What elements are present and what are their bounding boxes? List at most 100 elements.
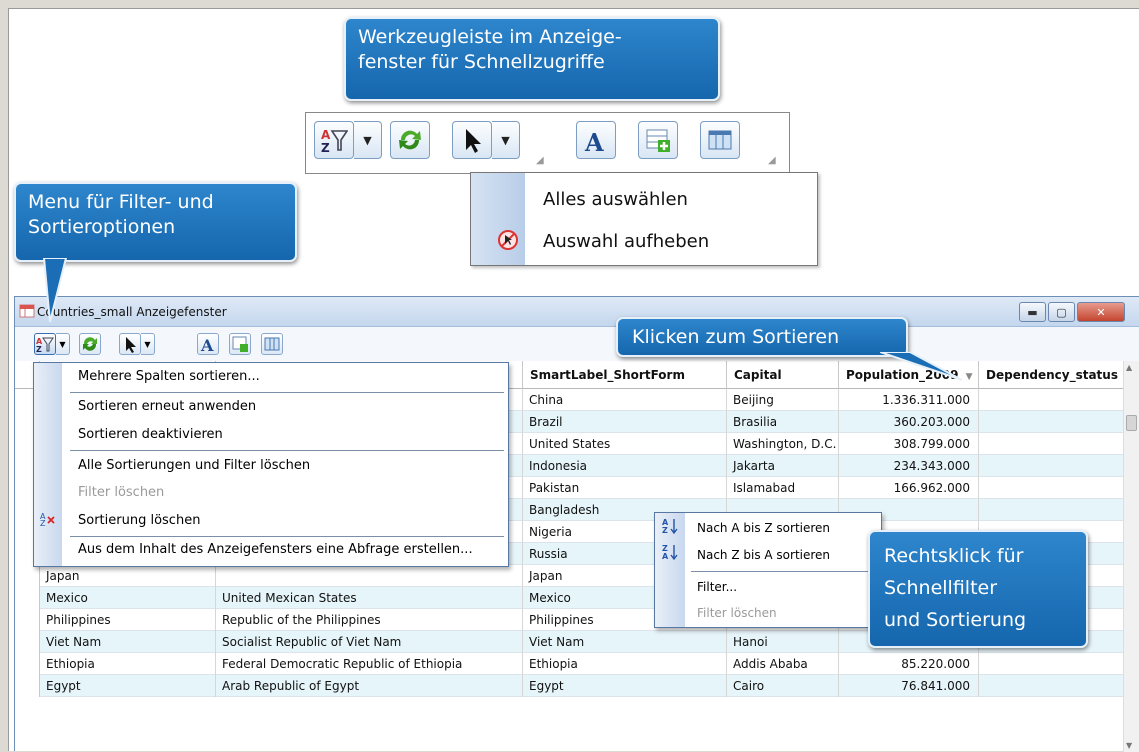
table-cell[interactable]: Federal Democratic Republic of Ethiopia bbox=[216, 653, 523, 675]
table-cell[interactable]: Hanoi bbox=[727, 631, 839, 653]
table-cell[interactable]: Beijing bbox=[727, 389, 839, 411]
scroll-up-arrow[interactable]: ▲ bbox=[1126, 363, 1132, 372]
column-header-dependency[interactable]: Dependency_status bbox=[979, 361, 1125, 389]
table-cell[interactable]: 308.799.000 bbox=[839, 433, 979, 455]
table-cell[interactable] bbox=[979, 477, 1125, 499]
sort-ascending-item[interactable]: Nach A bis Z sortieren bbox=[697, 521, 830, 535]
callout-pointer bbox=[880, 352, 963, 381]
refresh-icon bbox=[399, 130, 421, 150]
font-style-icon: A bbox=[584, 128, 604, 154]
table-cell[interactable]: Islamabad bbox=[727, 477, 839, 499]
table-row[interactable]: Ethiopia Federal Democratic Republic of E… bbox=[15, 653, 1125, 675]
row-selector[interactable] bbox=[15, 653, 40, 675]
menu-item-multi-sort[interactable]: Mehrere Spalten sortieren... bbox=[78, 369, 260, 384]
scroll-down-arrow[interactable]: ▼ bbox=[1126, 741, 1132, 750]
maximize-button[interactable]: ▢ bbox=[1048, 302, 1075, 322]
table-cell[interactable]: Brazil bbox=[523, 411, 727, 433]
refresh-button-small[interactable] bbox=[79, 333, 101, 355]
table-cell[interactable] bbox=[979, 455, 1125, 477]
column-header-smartlabel[interactable]: SmartLabel_ShortForm bbox=[523, 361, 727, 389]
menu-item-clear-sort[interactable]: Sortierung löschen bbox=[78, 513, 200, 528]
toolbar-grip[interactable]: ◢ bbox=[536, 156, 544, 166]
table-cell[interactable]: 1.336.311.000 bbox=[839, 389, 979, 411]
columns-button[interactable] bbox=[700, 121, 740, 159]
table-cell[interactable]: Egypt bbox=[523, 675, 727, 697]
select-tool-button-small[interactable] bbox=[119, 333, 141, 355]
table-cell[interactable]: Indonesia bbox=[523, 455, 727, 477]
add-record-button[interactable] bbox=[638, 121, 678, 159]
table-cell[interactable]: 234.343.000 bbox=[839, 455, 979, 477]
select-tool-button[interactable] bbox=[452, 121, 492, 159]
label-style-button-small[interactable]: A bbox=[197, 333, 219, 355]
toolbar-grip-2[interactable]: ◢ bbox=[768, 156, 776, 166]
table-cell[interactable]: Ethiopia bbox=[523, 653, 727, 675]
refresh-button[interactable] bbox=[390, 121, 430, 159]
window-titlebar[interactable]: Countries_small Anzeigefenster ▬ ▢ ✕ bbox=[15, 297, 1139, 327]
table-cell[interactable]: China bbox=[523, 389, 727, 411]
column-header-capital[interactable]: Capital bbox=[727, 361, 839, 389]
minimize-button[interactable]: ▬ bbox=[1019, 302, 1046, 322]
table-cell[interactable]: Addis Ababa bbox=[727, 653, 839, 675]
table-cell[interactable]: 76.841.000 bbox=[839, 675, 979, 697]
sort-descending-item[interactable]: Nach Z bis A sortieren bbox=[697, 548, 830, 562]
close-button[interactable]: ✕ bbox=[1077, 302, 1125, 322]
table-cell[interactable]: Republic of the Philippines bbox=[216, 609, 523, 631]
filter-item[interactable]: Filter... bbox=[697, 580, 737, 594]
table-cell[interactable] bbox=[979, 675, 1125, 697]
table-cell[interactable]: Pakistan bbox=[523, 477, 727, 499]
table-cell[interactable]: Viet Nam bbox=[40, 631, 216, 653]
filter-sort-dropdown[interactable]: ▼ bbox=[354, 121, 382, 159]
table-cell[interactable]: United States bbox=[523, 433, 727, 455]
table-cell[interactable]: Arab Republic of Egypt bbox=[216, 675, 523, 697]
table-cell[interactable]: Japan bbox=[40, 565, 216, 587]
table-cell[interactable] bbox=[216, 565, 523, 587]
table-cell[interactable]: Washington, D.C. bbox=[727, 433, 839, 455]
table-cell[interactable]: Mexico bbox=[40, 587, 216, 609]
add-record-button-small[interactable] bbox=[229, 333, 251, 355]
svg-text:A: A bbox=[200, 336, 214, 353]
table-cell[interactable] bbox=[979, 499, 1125, 521]
row-selector[interactable] bbox=[15, 565, 40, 587]
columns-button-small[interactable] bbox=[261, 333, 283, 355]
table-row[interactable]: Egypt Arab Republic of Egypt Egypt Cairo 76.… bbox=[15, 675, 1125, 697]
scroll-thumb[interactable] bbox=[1126, 415, 1137, 431]
menu-item-disable-sort[interactable]: Sortieren deaktivieren bbox=[78, 427, 223, 442]
deselect-item[interactable]: Auswahl aufheben bbox=[543, 231, 709, 252]
menu-separator bbox=[691, 571, 877, 572]
table-cell[interactable]: Philippines bbox=[40, 609, 216, 631]
label-style-button[interactable]: A bbox=[576, 121, 616, 159]
table-cell[interactable]: Ethiopia bbox=[40, 653, 216, 675]
table-cell[interactable]: 360.203.000 bbox=[839, 411, 979, 433]
svg-text:Z: Z bbox=[40, 519, 46, 527]
filter-sort-button[interactable]: AZ bbox=[314, 121, 354, 159]
filter-sort-dropdown-small[interactable]: ▼ bbox=[56, 333, 70, 355]
row-selector[interactable] bbox=[15, 631, 40, 653]
table-cell[interactable] bbox=[979, 653, 1125, 675]
table-cell[interactable]: Viet Nam bbox=[523, 631, 727, 653]
arrow-pointer-icon bbox=[126, 337, 136, 353]
vertical-scrollbar[interactable]: ▲ ▼ bbox=[1123, 361, 1139, 752]
table-cell[interactable]: Jakarta bbox=[727, 455, 839, 477]
table-cell[interactable] bbox=[979, 433, 1125, 455]
table-cell[interactable]: Egypt bbox=[40, 675, 216, 697]
select-all-item[interactable]: Alles auswählen bbox=[543, 189, 688, 210]
table-cell[interactable] bbox=[979, 411, 1125, 433]
row-selector[interactable] bbox=[15, 609, 40, 631]
table-cell[interactable] bbox=[979, 389, 1125, 411]
select-tool-dropdown[interactable]: ▼ bbox=[492, 121, 520, 159]
table-cell[interactable]: Brasilia bbox=[727, 411, 839, 433]
table-cell[interactable]: Cairo bbox=[727, 675, 839, 697]
table-cell[interactable]: 166.962.000 bbox=[839, 477, 979, 499]
menu-item-reapply-sort[interactable]: Sortieren erneut anwenden bbox=[78, 399, 256, 414]
select-tool-dropdown-small[interactable]: ▼ bbox=[141, 333, 155, 355]
filter-sort-button-small[interactable]: AZ bbox=[34, 333, 56, 355]
table-cell[interactable]: United Mexican States bbox=[216, 587, 523, 609]
menu-item-create-query[interactable]: Aus dem Inhalt des Anzeigefensters eine … bbox=[78, 542, 473, 557]
deselect-icon bbox=[498, 230, 518, 250]
row-selector[interactable] bbox=[15, 587, 40, 609]
table-cell[interactable]: 85.220.000 bbox=[839, 653, 979, 675]
menu-item-clear-all[interactable]: Alle Sortierungen und Filter löschen bbox=[78, 458, 310, 473]
row-selector[interactable] bbox=[15, 675, 40, 697]
table-cell[interactable]: Socialist Republic of Viet Nam bbox=[216, 631, 523, 653]
arrow-pointer-icon bbox=[466, 129, 481, 153]
